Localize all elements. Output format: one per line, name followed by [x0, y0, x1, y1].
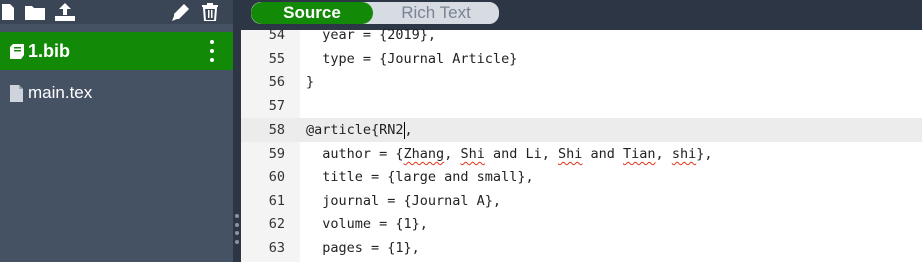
file-icon	[10, 84, 24, 102]
splitter-grip-icon[interactable]	[235, 214, 239, 244]
spell-error-word[interactable]: Shi	[460, 146, 484, 162]
file-menu-kebab-icon[interactable]	[209, 40, 215, 62]
code-text: ,	[404, 122, 413, 138]
bib-file-icon	[10, 43, 24, 59]
source-mode-button[interactable]: Source	[251, 2, 373, 24]
file-tree-toolbar	[0, 0, 233, 24]
code-line-current[interactable]: @article{RN2,	[306, 118, 413, 142]
line-number: 62	[268, 216, 285, 232]
file-name: main.tex	[28, 83, 93, 102]
file-item-main-tex[interactable]: main.tex	[0, 80, 233, 106]
line-number: 56	[268, 74, 285, 90]
code-line[interactable]: title = {large and small},	[306, 165, 533, 189]
code-text: ,	[444, 146, 461, 162]
code-text: and	[582, 146, 624, 162]
code-line[interactable]: author = {Zhang, Shi and Li, Shi and Tia…	[306, 142, 712, 166]
line-number: 55	[268, 51, 285, 67]
new-file-icon[interactable]	[0, 0, 16, 24]
line-number: 57	[268, 98, 285, 114]
spell-error-word[interactable]: Zhang	[404, 146, 445, 162]
new-folder-icon[interactable]	[24, 0, 46, 24]
line-number: 60	[268, 169, 285, 185]
line-number: 58	[268, 122, 285, 138]
line-number: 54	[268, 27, 285, 43]
code-text: },	[696, 146, 713, 162]
code-line[interactable]: volume = {1},	[306, 212, 428, 236]
line-number: 59	[268, 146, 285, 162]
code-line[interactable]: }	[306, 70, 314, 94]
code-line[interactable]: pages = {1},	[306, 236, 420, 260]
code-text: @article{RN2	[306, 122, 404, 138]
line-number: 63	[268, 240, 285, 256]
spell-error-word[interactable]: Shi	[558, 146, 582, 162]
spell-error-word[interactable]: Tian	[623, 146, 656, 162]
code-text: and Li,	[484, 146, 558, 162]
code-text: author = {	[306, 146, 404, 162]
code-line[interactable]: journal = {Journal A},	[306, 189, 501, 213]
code-line[interactable]: type = {Journal Article}	[306, 47, 517, 71]
line-number: 61	[268, 193, 285, 209]
file-name: 1.bib	[28, 40, 71, 61]
upload-icon[interactable]	[54, 0, 76, 24]
code-line[interactable]: year = {2019},	[306, 23, 436, 47]
spell-error-word[interactable]: shi	[672, 146, 696, 162]
rich-text-mode-button[interactable]: Rich Text	[373, 2, 499, 24]
code-text: ,	[655, 146, 672, 162]
delete-trash-icon[interactable]	[200, 0, 220, 24]
rename-pencil-icon[interactable]	[170, 0, 190, 24]
file-item-1-bib[interactable]: 1.bib	[0, 32, 233, 70]
